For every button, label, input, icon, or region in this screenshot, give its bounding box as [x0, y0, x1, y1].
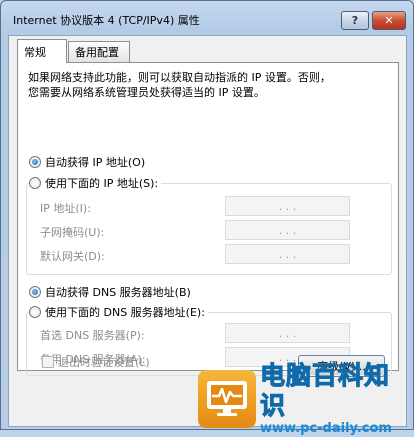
- dns-manual-radio[interactable]: [29, 306, 41, 318]
- ip-address-label: IP 地址(I):: [40, 202, 91, 215]
- validate-on-exit-label: 退出时验证设置(L): [58, 356, 150, 369]
- validate-on-exit-option[interactable]: 退出时验证设置(L): [42, 354, 150, 370]
- help-button[interactable]: ?: [341, 11, 369, 30]
- close-icon: ✕: [384, 14, 394, 27]
- intro-line-1: 如果网络支持此功能，则可以获取自动指派的 IP 设置。否则，: [28, 71, 331, 84]
- title-bar[interactable]: Internet 协议版本 4 (TCP/IPv4) 属性 ? ✕: [1, 1, 413, 35]
- window-title: Internet 协议版本 4 (TCP/IPv4) 属性: [13, 14, 200, 27]
- subnet-mask-input[interactable]: . . .: [225, 220, 350, 240]
- radio-selected-dot: [32, 159, 38, 165]
- ip-manual-radio-option[interactable]: 使用下面的 IP 地址(S):: [29, 175, 162, 191]
- radio-selected-dot: [32, 289, 38, 295]
- default-gateway-input[interactable]: . . .: [225, 244, 350, 264]
- watermark-url: www.pc-daily.com: [260, 421, 392, 436]
- dns-auto-radio[interactable]: [29, 286, 41, 298]
- tab-alternate-configuration-label: 备用配置: [75, 46, 119, 59]
- ip-manual-radio[interactable]: [29, 177, 41, 189]
- dns-auto-radio-option[interactable]: 自动获得 DNS 服务器地址(B): [29, 284, 191, 300]
- dns-manual-radio-option[interactable]: 使用下面的 DNS 服务器地址(E):: [29, 304, 208, 320]
- ip-auto-radio[interactable]: [29, 156, 41, 168]
- preferred-dns-label: 首选 DNS 服务器(P):: [40, 329, 145, 342]
- dns-auto-label: 自动获得 DNS 服务器地址(B): [45, 286, 191, 299]
- close-button[interactable]: ✕: [372, 11, 406, 30]
- ip-address-input[interactable]: . . .: [225, 196, 350, 216]
- ip-auto-radio-option[interactable]: 自动获得 IP 地址(O): [29, 154, 145, 170]
- intro-text: 如果网络支持此功能，则可以获取自动指派的 IP 设置。否则， 您需要从网络系统管…: [28, 70, 378, 100]
- tab-general[interactable]: 常规: [17, 39, 67, 63]
- site-watermark: 电脑百科知识 www.pc-daily.com: [198, 361, 414, 436]
- intro-line-2: 您需要从网络系统管理员处获得适当的 IP 设置。: [28, 86, 265, 99]
- validate-on-exit-checkbox[interactable]: [42, 356, 54, 368]
- monitor-pulse-logo-icon: [198, 370, 256, 428]
- watermark-title: 电脑百科知识: [260, 361, 391, 421]
- preferred-dns-input[interactable]: . . .: [225, 323, 350, 343]
- ip-manual-label: 使用下面的 IP 地址(S):: [45, 177, 159, 190]
- dns-manual-label: 使用下面的 DNS 服务器地址(E):: [45, 306, 205, 319]
- default-gateway-label: 默认网关(D):: [40, 250, 105, 263]
- tab-alternate-configuration[interactable]: 备用配置: [68, 41, 130, 62]
- subnet-mask-label: 子网掩码(U):: [40, 226, 105, 239]
- general-tab-panel: 如果网络支持此功能，则可以获取自动指派的 IP 设置。否则， 您需要从网络系统管…: [17, 62, 399, 376]
- ip-auto-label: 自动获得 IP 地址(O): [45, 156, 146, 169]
- help-icon: ?: [351, 14, 359, 27]
- watermark-text: 电脑百科知识 www.pc-daily.com: [260, 361, 414, 437]
- tab-general-label: 常规: [24, 45, 46, 59]
